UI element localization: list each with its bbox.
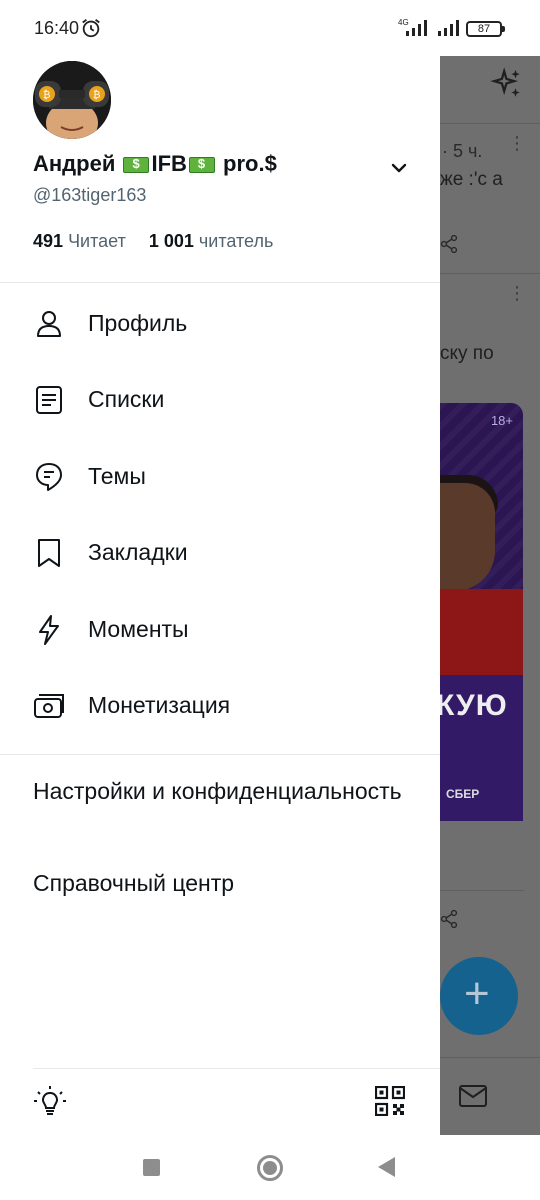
divider xyxy=(0,754,440,755)
avatar[interactable]: ₿ ₿ xyxy=(33,61,111,139)
system-navigation-bar xyxy=(0,1135,540,1200)
user-handle: @163tiger163 xyxy=(33,185,147,205)
divider xyxy=(440,273,540,274)
menu-item-label: Закладки xyxy=(88,539,188,565)
age-rating: 18+ xyxy=(490,413,513,428)
money-emoji-icon xyxy=(123,156,150,173)
list-icon xyxy=(36,386,62,414)
lightbulb-icon[interactable] xyxy=(33,1084,67,1118)
menu-item-label: Темы xyxy=(88,463,146,489)
divider xyxy=(440,123,540,124)
menu-item-label: Списки xyxy=(88,386,165,412)
help-center-link[interactable]: Справочный центр xyxy=(33,868,413,899)
menu-item-moments[interactable]: Моменты xyxy=(0,594,440,662)
promo-brand: СБЕР xyxy=(446,787,480,801)
promo-image[interactable]: 18+ КУЮ СБЕР xyxy=(440,403,523,821)
name-part: Андрей xyxy=(33,151,122,176)
divider xyxy=(440,890,524,891)
menu-item-profile[interactable]: Профиль xyxy=(0,288,440,356)
user-display-name[interactable]: Андрей IFB pro.$ xyxy=(33,151,277,177)
avatar-image: ₿ ₿ xyxy=(33,61,111,139)
name-part: IFB xyxy=(151,151,187,176)
menu-item-topics[interactable]: Темы xyxy=(0,441,440,509)
plus-icon: + xyxy=(464,969,490,1018)
money-emoji-icon xyxy=(188,156,215,173)
home-button[interactable] xyxy=(257,1155,283,1181)
divider xyxy=(440,1057,540,1058)
drawer-bottom-bar xyxy=(33,1068,440,1135)
menu-item-bookmarks[interactable]: Закладки xyxy=(0,517,440,585)
menu-item-label: Моменты xyxy=(88,616,189,642)
signal-icon xyxy=(406,20,427,36)
status-bar: 16:40 4G 87 xyxy=(0,0,540,56)
followers-count: 1 001 xyxy=(148,231,194,251)
share-icon[interactable] xyxy=(440,235,458,253)
money-icon xyxy=(34,694,64,718)
sparkle-icon[interactable] xyxy=(490,67,524,101)
name-part: pro.$ xyxy=(216,151,277,176)
share-icon[interactable] xyxy=(440,910,458,928)
menu-item-label: Монетизация xyxy=(88,692,231,718)
topics-icon xyxy=(36,463,62,491)
recent-apps-button[interactable] xyxy=(143,1159,160,1176)
bookmark-icon xyxy=(38,539,60,567)
timeline-background: · 5 ч. ⋮ же :'с а ⋮ ску по 18+ КУЮ СБЕР … xyxy=(440,45,540,1135)
svg-text:₿: ₿ xyxy=(93,89,100,101)
status-time: 16:40 xyxy=(34,18,80,38)
alarm-icon xyxy=(82,19,100,38)
followers-link[interactable]: 1 001 читатель xyxy=(149,231,292,251)
mail-icon[interactable] xyxy=(458,1083,488,1109)
lightning-icon xyxy=(39,615,59,645)
qr-code-icon[interactable] xyxy=(375,1086,405,1116)
menu-item-label: Профиль xyxy=(88,310,188,336)
more-icon[interactable]: ⋮ xyxy=(508,283,526,304)
following-label: Читает xyxy=(68,231,126,251)
svg-text:₿: ₿ xyxy=(43,89,50,101)
navigation-drawer: ₿ ₿ Андрей IFB pro.$ @163tiger163 491 Чи… xyxy=(0,45,440,1135)
settings-privacy-link[interactable]: Настройки и конфиденциальность xyxy=(33,776,413,807)
more-icon[interactable]: ⋮ xyxy=(508,133,526,154)
signal-icon xyxy=(438,20,459,36)
menu-item-monetization[interactable]: Монетизация xyxy=(0,670,440,738)
divider xyxy=(0,282,440,283)
battery-icon: 87 xyxy=(466,21,505,37)
followers-label: читатель xyxy=(198,231,274,251)
following-link[interactable]: 491 Читает xyxy=(33,231,144,251)
tweet-text: же :'с а xyxy=(440,169,503,190)
following-count: 491 xyxy=(33,231,64,251)
person-icon xyxy=(37,311,61,337)
back-button[interactable] xyxy=(378,1157,395,1177)
compose-button[interactable]: + xyxy=(440,957,518,1035)
menu-item-lists[interactable]: Списки xyxy=(0,364,440,432)
follow-counts: 491 Читает 1 001 читатель xyxy=(33,231,291,252)
tweet-meta: · 5 ч. xyxy=(442,141,483,161)
promo-headline: КУЮ xyxy=(440,689,508,722)
tweet-text: ску по xyxy=(440,343,494,364)
chevron-down-icon[interactable] xyxy=(388,157,410,179)
